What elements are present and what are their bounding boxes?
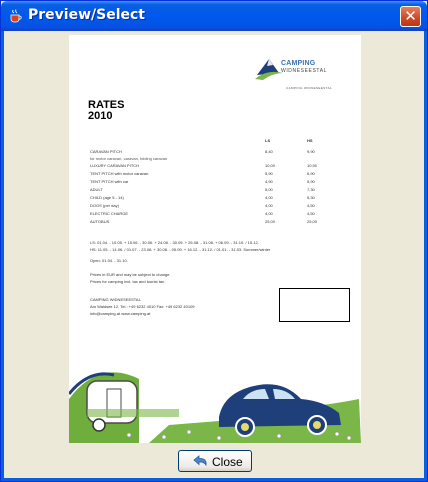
rate-low-season: 8,40 [265, 149, 273, 154]
address-line: Am Waldsee 12, Tel.: +49 6232 4010 Fax: … [90, 304, 195, 309]
rate-row: CHILD (age 5 - 14) 4,00 5,30 [90, 195, 350, 202]
window-frame-bottom [1, 478, 427, 481]
java-cup-icon [10, 9, 22, 23]
rate-label: TENT PITCH with motor caravan [90, 171, 149, 176]
rate-high-season: 10,90 [307, 163, 318, 168]
rate-row: ELECTRIC CHARGE 4,00 4,50 [90, 211, 350, 218]
rate-low-season: 4,00 [265, 195, 273, 200]
rate-high-season: 5,90 [307, 179, 315, 184]
column-header-low-season: LS [265, 138, 271, 143]
rate-low-season: 4,90 [265, 179, 273, 184]
rate-row: CARAVAN PITCH 8,40 9,90 [90, 149, 350, 156]
rate-high-season: 7,30 [307, 187, 315, 192]
rate-label: TENT PITCH with car [90, 179, 129, 184]
rate-label: CARAVAN PITCH [90, 149, 122, 154]
rate-low-season: 4,00 [265, 211, 273, 216]
opening-note: Open: 01.04. - 31.10. [90, 258, 128, 263]
column-header-high-season: HS [307, 138, 313, 143]
rate-low-season: 10,00 [265, 163, 276, 168]
brand-subtitle: WIDNESEESTAL [281, 68, 328, 74]
rate-row: DOGS (per day) 4,00 4,50 [90, 203, 350, 210]
close-icon: ✕ [404, 7, 417, 25]
rate-high-season: 4,50 [307, 211, 315, 216]
rate-label: ELECTRIC CHARGE [90, 211, 129, 216]
season-note-low: LS: 01.04. - 10.05. + 15.06. - 30.06. + … [90, 240, 259, 245]
rate-high-season: 25,00 [307, 219, 318, 224]
rate-high-season: 9,90 [307, 149, 315, 154]
close-button[interactable]: Close [178, 450, 252, 472]
brand-name: CAMPING [281, 60, 316, 67]
caravan-car-illustration [69, 372, 361, 443]
rate-row: LUXURY CARAVAN PITCH 10,00 10,90 [90, 163, 350, 170]
rate-label: LUXURY CARAVAN PITCH [90, 163, 140, 168]
undo-arrow-icon [193, 455, 207, 467]
season-note-high: HS: 11.05. - 14.06. / 01.07. - 23.08. + … [90, 247, 271, 252]
rate-label: AUTOBUS [90, 219, 110, 224]
close-button-label: Close [212, 455, 243, 469]
window-close-button[interactable]: ✕ [400, 6, 421, 27]
document-preview[interactable]: CAMPING WIDNESEESTAL CAMPING WIDNESEESTA… [69, 35, 361, 443]
rate-row-subtext: for motor caravan, caravan, folding cara… [90, 156, 168, 161]
rate-label: ADULT [90, 187, 103, 192]
rate-high-season: 6,90 [307, 171, 315, 176]
window-content: CAMPING WIDNESEESTAL CAMPING WIDNESEESTA… [4, 31, 424, 478]
web-line: info@camping.at www.camping.at [90, 311, 151, 316]
header-contact: CAMPING WIDNESEESTAL [286, 86, 333, 90]
rate-row: AUTOBUS 25,00 25,00 [90, 219, 350, 226]
rate-low-season: 25,00 [265, 219, 276, 224]
rates-title: RATES 2010 [88, 100, 124, 122]
window-frame-right [424, 31, 427, 481]
title-bar[interactable]: Preview/Select ✕ [1, 1, 427, 31]
rates-title-line2: 2010 [88, 110, 113, 122]
rate-row: TENT PITCH with car 4,90 5,90 [90, 179, 350, 186]
price-note: Prices in EUR and may be subject to chan… [90, 272, 171, 277]
stamp-box [279, 288, 350, 322]
rate-high-season: 4,50 [307, 203, 315, 208]
tax-note: Prices for camping incl. tax and tourist… [90, 279, 166, 284]
rate-label: CHILD (age 5 - 14) [90, 195, 124, 200]
rate-low-season: 4,00 [265, 203, 273, 208]
rate-row: TENT PITCH with motor caravan 5,90 6,90 [90, 171, 350, 178]
rate-low-season: 5,90 [265, 171, 273, 176]
preview-select-window: Preview/Select ✕ CAMPING WIDNESEESTAL CA… [0, 0, 428, 482]
rate-label: DOGS (per day) [90, 203, 119, 208]
rate-high-season: 5,30 [307, 195, 315, 200]
rate-row: ADULT 5,00 7,30 [90, 187, 350, 194]
window-title: Preview/Select [28, 7, 145, 23]
address-name: CAMPING WIDNESEESTAL [90, 297, 141, 302]
rate-low-season: 5,00 [265, 187, 273, 192]
